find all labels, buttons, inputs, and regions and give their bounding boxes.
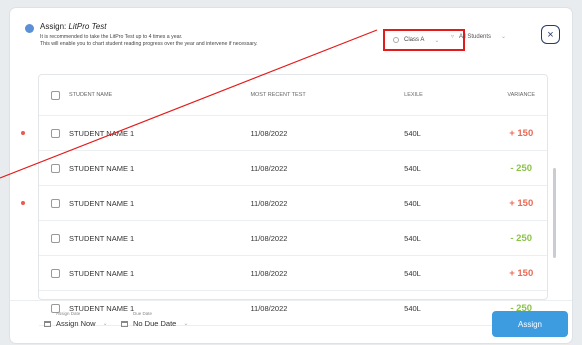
- annotation-arrow: [0, 29, 378, 179]
- annotation-line: [0, 29, 378, 179]
